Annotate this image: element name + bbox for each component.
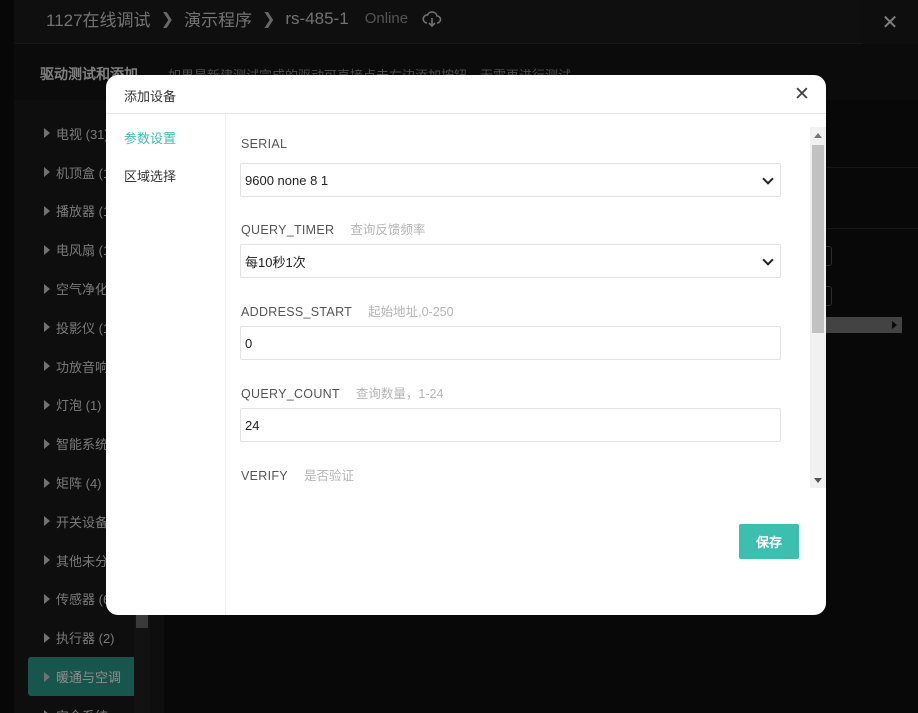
field-label-address-start: ADDRESS_START 起始地址,0-250 bbox=[241, 301, 454, 320]
field-label-verify: VERIFY 是否验证 bbox=[241, 465, 354, 484]
select-value: 9600 none 8 1 bbox=[245, 172, 329, 188]
field-desc: 查询反馈频率 bbox=[350, 223, 426, 237]
query-timer-select[interactable]: 每10秒1次 bbox=[240, 244, 781, 278]
field-desc: 查询数量，1-24 bbox=[355, 387, 444, 401]
field-label-query-count: QUERY_COUNT 查询数量，1-24 bbox=[241, 383, 443, 402]
field-name: QUERY_COUNT bbox=[241, 387, 340, 401]
input-value: 24 bbox=[245, 417, 260, 433]
close-icon: ✕ bbox=[794, 83, 810, 105]
scroll-down-icon[interactable] bbox=[814, 478, 822, 483]
field-desc: 是否验证 bbox=[303, 469, 354, 483]
save-button[interactable]: 保存 bbox=[739, 524, 799, 559]
chevron-down-icon bbox=[762, 254, 774, 266]
nav-item-region[interactable]: 区域选择 bbox=[124, 166, 176, 185]
input-value: 0 bbox=[245, 335, 253, 351]
dialog-close-button[interactable]: ✕ bbox=[792, 83, 812, 105]
add-device-dialog: 添加设备 ✕ 参数设置 区域选择 SERIAL 9600 none 8 1 QU… bbox=[106, 75, 826, 615]
scroll-up-icon[interactable] bbox=[814, 133, 822, 138]
query-count-input[interactable]: 24 bbox=[240, 408, 781, 442]
serial-select[interactable]: 9600 none 8 1 bbox=[240, 163, 781, 197]
field-name: SERIAL bbox=[241, 137, 288, 151]
dialog-side-nav: 参数设置 区域选择 bbox=[106, 114, 226, 615]
select-value: 每10秒1次 bbox=[245, 254, 306, 270]
field-name: QUERY_TIMER bbox=[241, 223, 335, 237]
form-scrollbar[interactable] bbox=[810, 127, 826, 488]
field-name: VERIFY bbox=[241, 469, 288, 483]
field-desc: 起始地址,0-250 bbox=[368, 305, 454, 319]
address-start-input[interactable]: 0 bbox=[240, 326, 781, 360]
params-form: SERIAL 9600 none 8 1 QUERY_TIMER 查询反馈频率 每… bbox=[226, 124, 806, 488]
dialog-body: 参数设置 区域选择 SERIAL 9600 none 8 1 QUERY_TIM… bbox=[106, 114, 826, 615]
field-name: ADDRESS_START bbox=[241, 305, 353, 319]
field-label-serial: SERIAL bbox=[241, 137, 287, 151]
field-label-query-timer: QUERY_TIMER 查询反馈频率 bbox=[241, 219, 425, 238]
nav-item-params[interactable]: 参数设置 bbox=[124, 128, 176, 147]
scrollbar-thumb[interactable] bbox=[812, 145, 824, 333]
dialog-header: 添加设备 ✕ bbox=[106, 75, 826, 114]
dialog-title: 添加设备 bbox=[124, 89, 177, 104]
chevron-down-icon bbox=[762, 173, 774, 185]
